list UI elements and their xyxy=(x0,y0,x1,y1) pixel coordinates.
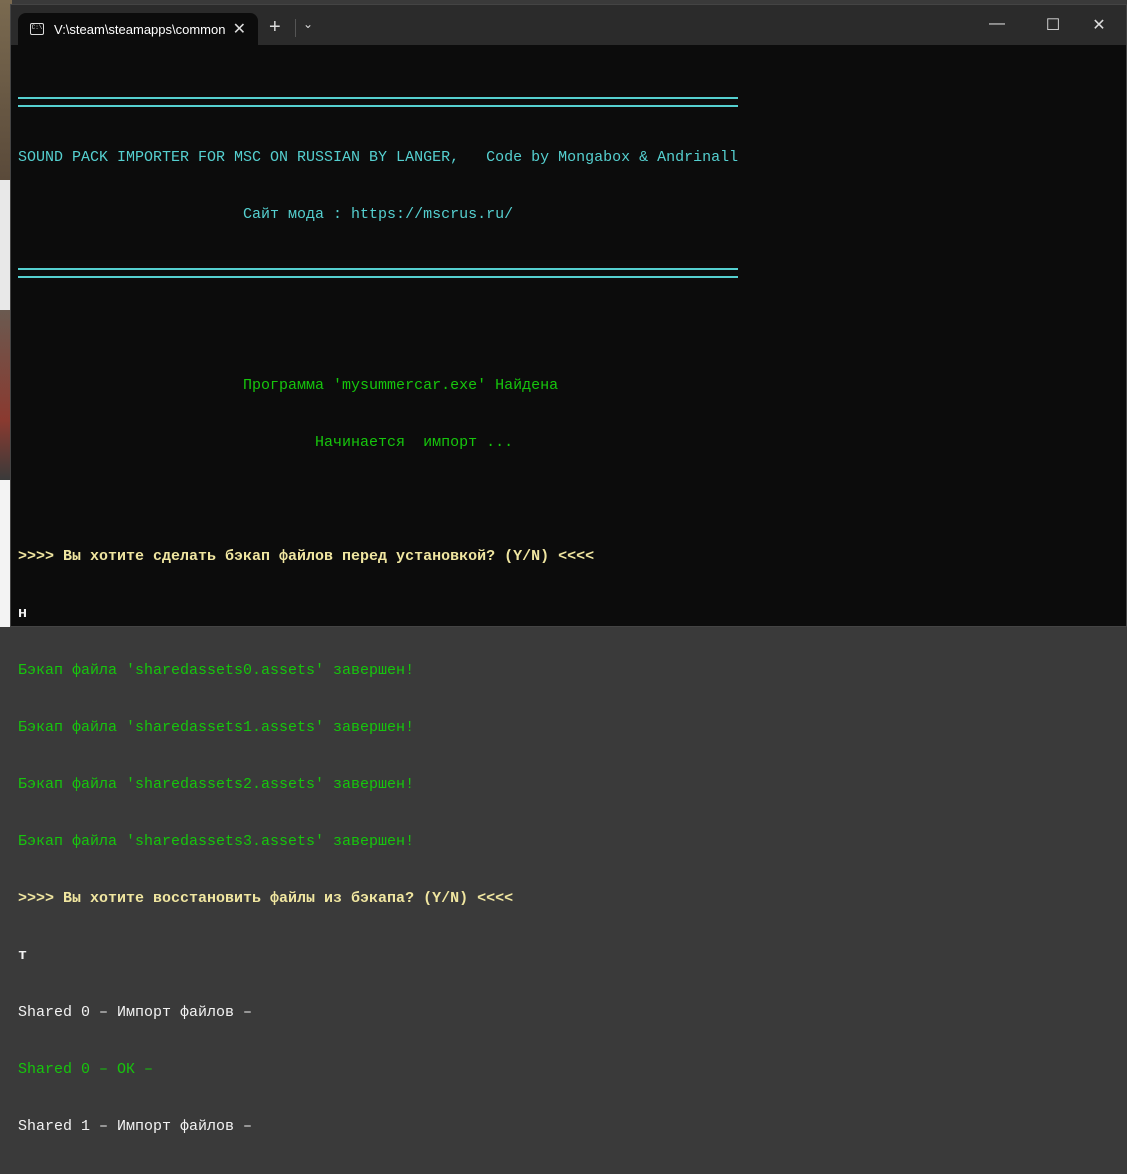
tab-bar: C:\ V:\steam\steamapps\common ✕ + ⌄ — ☐ … xyxy=(11,5,1126,45)
import-line: Shared 0 – Импорт файлов – xyxy=(18,1004,253,1021)
close-window-button[interactable]: ✕ xyxy=(1079,15,1119,35)
minimize-button[interactable]: — xyxy=(977,15,1017,33)
console-output[interactable]: SOUND PACK IMPORTER FOR MSC ON RUSSIAN B… xyxy=(18,53,738,1174)
chevron-down-icon[interactable]: ⌄ xyxy=(303,17,313,31)
restore-prompt: >>>> Вы хотите восстановить файлы из бэк… xyxy=(18,890,514,907)
backup-line: Бэкап файла 'sharedassets3.assets' завер… xyxy=(18,833,415,850)
new-tab-button[interactable]: + xyxy=(269,17,281,37)
terminal-icon: C:\ xyxy=(30,23,44,35)
separator xyxy=(18,91,738,110)
tab-console[interactable]: C:\ V:\steam\steamapps\common ✕ xyxy=(18,13,258,45)
found-line: Программа 'mysummercar.exe' Найдена xyxy=(18,377,559,394)
backup-line: Бэкап файла 'sharedassets1.assets' завер… xyxy=(18,719,415,736)
starting-line: Начинается импорт ... xyxy=(18,434,514,451)
separator xyxy=(18,262,738,281)
header-line: SOUND PACK IMPORTER FOR MSC ON RUSSIAN B… xyxy=(18,149,739,166)
user-answer: т xyxy=(18,947,28,964)
site-line: Сайт мода : https://mscrus.ru/ xyxy=(18,206,514,223)
backup-prompt: >>>> Вы хотите сделать бэкап файлов пере… xyxy=(18,548,595,565)
user-answer: н xyxy=(18,605,28,622)
backup-line: Бэкап файла 'sharedassets2.assets' завер… xyxy=(18,776,415,793)
divider xyxy=(295,19,296,37)
tab-title: V:\steam\steamapps\common xyxy=(54,21,226,37)
close-tab-icon[interactable]: ✕ xyxy=(233,19,246,39)
backup-line: Бэкап файла 'sharedassets0.assets' завер… xyxy=(18,662,415,679)
terminal-window: C:\ V:\steam\steamapps\common ✕ + ⌄ — ☐ … xyxy=(10,4,1127,1135)
maximize-button[interactable]: ☐ xyxy=(1033,15,1073,35)
ok-line: Shared 0 – ОК – xyxy=(18,1061,154,1078)
import-line: Shared 1 – Импорт файлов – xyxy=(18,1118,253,1135)
